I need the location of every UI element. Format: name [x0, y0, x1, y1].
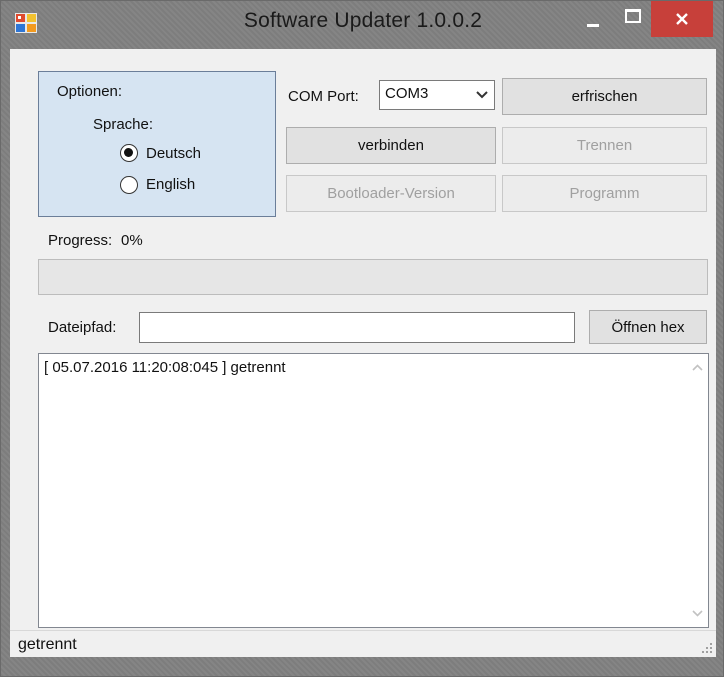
language-label: Sprache:	[93, 116, 154, 133]
chevron-down-icon	[476, 91, 488, 99]
close-button[interactable]	[651, 1, 713, 37]
progress-bar	[38, 259, 708, 295]
maximize-button[interactable]	[615, 1, 651, 37]
maximize-icon	[625, 9, 641, 23]
minimize-button[interactable]	[571, 1, 615, 37]
title-bar[interactable]: Software Updater 1.0.0.2	[1, 1, 724, 49]
minimize-icon	[587, 24, 599, 27]
scroll-down-icon[interactable]	[692, 610, 703, 617]
radio-deutsch-label[interactable]: Deutsch	[146, 145, 201, 162]
progress-label: Progress:	[48, 232, 113, 249]
log-entry: [ 05.07.2016 11:20:08:045 ] getrennt	[44, 359, 286, 376]
app-window: Software Updater 1.0.0.2 Optionen: Sprac…	[0, 0, 724, 677]
file-path-label: Dateipfad:	[48, 319, 117, 336]
com-port-label: COM Port:	[288, 88, 359, 105]
radio-english[interactable]	[120, 176, 138, 194]
radio-english-label[interactable]: English	[146, 176, 195, 193]
log-scrollbar[interactable]	[687, 354, 708, 627]
progress-value: 0%	[121, 232, 143, 249]
log-textarea[interactable]: [ 05.07.2016 11:20:08:045 ] getrennt	[38, 353, 709, 628]
com-port-select[interactable]: COM3	[379, 80, 495, 110]
client-area: Optionen: Sprache: Deutsch English COM P…	[10, 49, 716, 657]
refresh-button[interactable]: erfrischen	[502, 78, 707, 115]
file-path-input[interactable]	[139, 312, 575, 343]
close-icon	[676, 13, 688, 25]
scroll-up-icon[interactable]	[692, 364, 703, 371]
program-button[interactable]: Programm	[502, 175, 707, 212]
disconnect-button[interactable]: Trennen	[502, 127, 707, 164]
status-bar: getrennt	[10, 630, 716, 657]
options-panel: Optionen: Sprache: Deutsch English	[38, 71, 276, 217]
connect-button[interactable]: verbinden	[286, 127, 496, 164]
open-hex-button[interactable]: Öffnen hex	[589, 310, 707, 344]
status-text: getrennt	[18, 636, 77, 653]
options-title: Optionen:	[57, 83, 123, 100]
size-grip-icon[interactable]	[701, 642, 713, 654]
radio-deutsch[interactable]	[120, 144, 138, 162]
bootloader-version-button[interactable]: Bootloader-Version	[286, 175, 496, 212]
com-port-value: COM3	[385, 85, 429, 102]
